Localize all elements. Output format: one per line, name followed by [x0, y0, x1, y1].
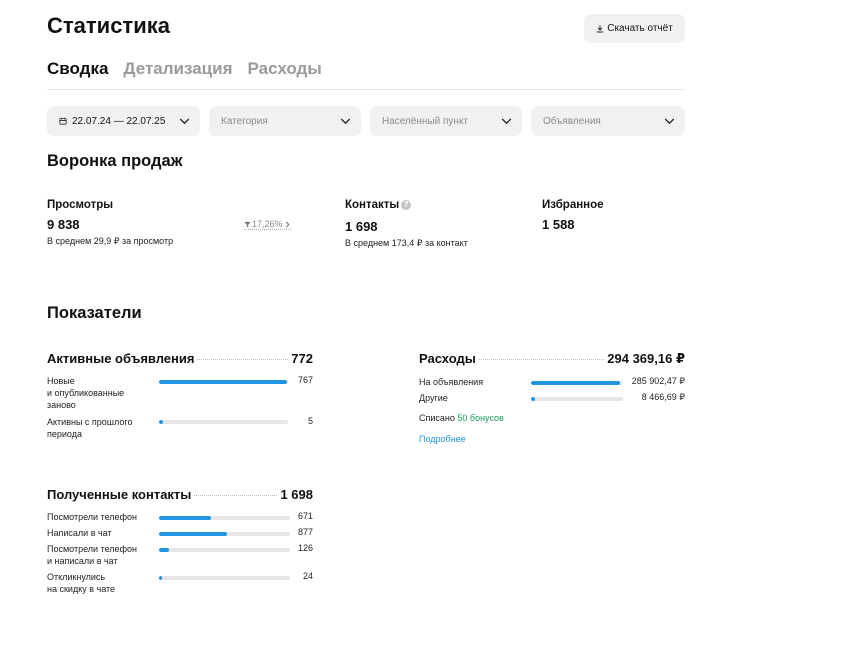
ads-placeholder: Объявления: [543, 115, 601, 127]
page-title: Статистика: [47, 13, 170, 38]
chevron-right-icon: [285, 221, 290, 227]
expenses-row-label: Другие: [419, 393, 448, 403]
download-report-button[interactable]: Скачать отчёт: [584, 14, 685, 43]
contacts-bar: [159, 532, 227, 536]
contacts-label-wrap: Контакты?: [345, 199, 412, 211]
category-placeholder: Категория: [221, 115, 268, 127]
views-conversion[interactable]: 17,26%: [244, 219, 291, 230]
expenses-row-value: 285 902,47 ₽: [631, 376, 685, 386]
chevron-down-icon: [664, 118, 675, 124]
expenses-row-label: На объявления: [419, 377, 484, 387]
expenses-bar: [531, 381, 621, 385]
chevron-down-icon: [501, 118, 512, 124]
chevron-down-icon: [179, 118, 190, 124]
contacts-value: 1 698: [345, 219, 378, 234]
active-ads-track: [159, 420, 288, 424]
contacts-row-value: 671: [297, 511, 313, 521]
expenses-row-value: 8 466,69 ₽: [641, 392, 685, 402]
active-ads-header: Активные объявления 772: [47, 351, 313, 366]
received-contacts-total: 1 698: [280, 487, 313, 502]
expenses-track: [531, 397, 623, 401]
bonus-written-off: Списано 50 бонусов: [419, 413, 504, 423]
contacts-track: [159, 516, 290, 520]
tabs: Сводка Детализация Расходы: [47, 59, 322, 79]
contacts-track: [159, 576, 290, 580]
favorites-value: 1 588: [542, 217, 575, 232]
ads-select[interactable]: Объявления: [531, 106, 685, 136]
bonus-prefix: Списано: [419, 413, 455, 423]
received-contacts-title: Полученные контакты: [47, 487, 192, 502]
expenses-bar: [531, 397, 535, 401]
views-average: В среднем 29,9 ₽ за просмотр: [47, 236, 174, 246]
contacts-row-label: Откликнулись на скидку в чате: [47, 572, 116, 594]
active-ads-row-value: 5: [307, 416, 313, 426]
contacts-track: [159, 532, 290, 536]
active-ads-bar: [159, 420, 163, 424]
expenses-track: [531, 381, 623, 385]
contacts-label: Контакты: [345, 199, 400, 211]
expenses-title: Расходы: [419, 351, 476, 366]
active-ads-total: 772: [291, 351, 313, 366]
views-value: 9 838: [47, 217, 80, 232]
active-ads-row-label: Активны с прошлого периода: [47, 417, 133, 439]
favorites-label: Избранное: [542, 199, 604, 211]
contacts-row-value: 126: [297, 543, 313, 553]
funnel-icon: [244, 221, 251, 228]
tab-expenses[interactable]: Расходы: [248, 59, 322, 79]
category-select[interactable]: Категория: [209, 106, 361, 136]
tabs-divider: [47, 89, 685, 90]
download-icon: [596, 24, 604, 33]
download-label: Скачать отчёт: [607, 23, 673, 34]
chevron-down-icon: [340, 118, 351, 124]
contacts-header: Полученные контакты 1 698: [47, 487, 313, 502]
bonus-amount: 50 бонусов: [457, 413, 504, 423]
dotted-leader: [194, 495, 278, 496]
contacts-average: В среднем 173,4 ₽ за контакт: [345, 238, 468, 248]
views-label: Просмотры: [47, 199, 114, 211]
tab-summary[interactable]: Сводка: [47, 59, 108, 79]
contacts-row-value: 877: [297, 527, 313, 537]
date-range-select[interactable]: 22.07.24 — 22.07.25: [47, 106, 200, 136]
expenses-header: Расходы 294 369,16 ₽: [419, 351, 685, 367]
city-placeholder: Населённый пункт: [382, 115, 469, 127]
city-select[interactable]: Населённый пункт: [370, 106, 522, 136]
funnel-title: Воронка продаж: [47, 152, 183, 170]
active-ads-bar: [159, 380, 288, 384]
contacts-row-label: Посмотрели телефон и написали в чат: [47, 544, 137, 566]
indicators-title: Показатели: [47, 304, 142, 322]
date-range-value: 22.07.24 — 22.07.25: [72, 115, 166, 127]
contacts-bar: [159, 576, 162, 580]
active-ads-track: [159, 380, 288, 384]
conversion-value: 17,26%: [252, 219, 283, 229]
active-ads-row-label: Новые и опубликованные заново: [47, 376, 125, 410]
expenses-total: 294 369,16 ₽: [607, 351, 685, 366]
contacts-row-label: Посмотрели телефон: [47, 512, 137, 522]
more-details-link[interactable]: Подробнее: [419, 434, 466, 444]
help-icon[interactable]: ?: [401, 200, 412, 210]
dotted-leader: [197, 359, 289, 360]
contacts-bar: [159, 516, 211, 520]
calendar-icon: [59, 117, 67, 125]
contacts-track: [159, 548, 290, 552]
contacts-row-label: Написали в чат: [47, 528, 112, 538]
active-ads-title: Активные объявления: [47, 351, 195, 366]
contacts-bar: [159, 548, 169, 552]
dotted-leader: [478, 359, 605, 360]
tab-details[interactable]: Детализация: [123, 59, 232, 79]
active-ads-row-value: 767: [297, 375, 313, 385]
contacts-row-value: 24: [302, 571, 313, 581]
